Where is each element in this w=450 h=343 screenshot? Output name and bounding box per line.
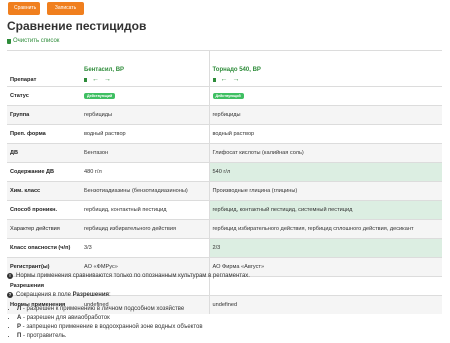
row-value: гербициды bbox=[81, 105, 209, 125]
row-value: 540 г/л bbox=[208, 162, 442, 182]
abbreviation-item: Р - запрещено применение в водоохранной … bbox=[17, 323, 250, 332]
top-button-bar: Сравнить Записать bbox=[8, 2, 84, 15]
row-value: 3/3 bbox=[81, 238, 209, 258]
header-label: Препарат bbox=[7, 50, 81, 87]
product-name[interactable]: Бентасил, ВР bbox=[84, 67, 206, 73]
compare-button[interactable]: Сравнить bbox=[8, 2, 40, 15]
help-icon: ? bbox=[7, 292, 13, 298]
row-value: водный раствор bbox=[208, 124, 442, 144]
table-row: ДВ Бентазон Глифосат кислоты (калийная сол… bbox=[7, 143, 442, 163]
remove-product-icon[interactable] bbox=[84, 77, 87, 82]
table-row: Преп. форма водный раствор водный раствор bbox=[7, 124, 442, 144]
table-row: Характер действия гербицид избирательного… bbox=[7, 219, 442, 239]
note-normy: Нормы применения сравниваются только по … bbox=[16, 273, 250, 279]
remove-product-icon[interactable] bbox=[212, 77, 216, 82]
table-row: Способ проникн. гербицид, контактный пест… bbox=[7, 200, 442, 220]
row-value: гербицид, контактный пестицид bbox=[81, 200, 209, 220]
abbreviation-item: П - протравитель. bbox=[17, 332, 250, 341]
row-label: Содержание ДВ bbox=[7, 162, 81, 182]
row-label: Класс опасности (ч/п) bbox=[7, 238, 81, 258]
abbreviation-item: Л - разрешен к применению в личном подсо… bbox=[17, 305, 250, 314]
abbreviation-list: Л - разрешен к применению в личном подсо… bbox=[7, 305, 250, 341]
arrow-right-icon[interactable]: → bbox=[233, 76, 240, 83]
clear-list-link[interactable]: Очистить список bbox=[7, 38, 59, 44]
note-abbrev: Сокращения в поле Разрешения: bbox=[16, 292, 111, 298]
product-column-1: Бентасил, ВР ← → bbox=[81, 50, 209, 87]
arrow-left-icon[interactable]: ← bbox=[221, 76, 228, 83]
row-label: Группа bbox=[7, 105, 81, 125]
row-value: Глифосат кислоты (калийная соль) bbox=[208, 143, 442, 163]
row-value: Бензотиадиазины (бензотиадиазиноны) bbox=[81, 181, 209, 201]
save-button[interactable]: Записать bbox=[47, 2, 84, 15]
abbreviation-item: А - разрешен для авиаобработок bbox=[17, 314, 250, 323]
status-badge: Действующий bbox=[84, 93, 116, 99]
status-badge: Действующий bbox=[212, 93, 244, 99]
row-value: гербицид избирательного действия bbox=[81, 219, 209, 239]
table-row: Статус Действующий Действующий bbox=[7, 86, 442, 106]
notes: ! Нормы применения сравниваются только п… bbox=[7, 272, 250, 341]
row-value: гербицид избирательного действия, гербиц… bbox=[208, 219, 442, 239]
row-label: Преп. форма bbox=[7, 124, 81, 144]
table-row: Содержание ДВ 480 г/л 540 г/л bbox=[7, 162, 442, 182]
row-label: Способ проникн. bbox=[7, 200, 81, 220]
table-row: Класс опасности (ч/п) 3/3 2/3 bbox=[7, 238, 442, 258]
arrow-right-icon[interactable]: → bbox=[104, 76, 111, 83]
row-label: Хим. класс bbox=[7, 181, 81, 201]
row-label: Характер действия bbox=[7, 219, 81, 239]
clear-list-label: Очистить список bbox=[13, 38, 60, 44]
row-value: Производные глицина (глицины) bbox=[208, 181, 442, 201]
status-cell: Действующий bbox=[81, 86, 209, 106]
arrow-left-icon[interactable]: ← bbox=[92, 76, 99, 83]
trash-icon bbox=[7, 38, 11, 44]
info-icon: ! bbox=[7, 273, 13, 279]
product-column-2: Торнадо 540, ВР ← → bbox=[208, 50, 442, 87]
table-row: Хим. класс Бензотиадиазины (бензотиадиази… bbox=[7, 181, 442, 201]
row-value: водный раствор bbox=[81, 124, 209, 144]
row-value: гербициды bbox=[208, 105, 442, 125]
row-label: Статус bbox=[7, 86, 81, 106]
row-value: 480 г/л bbox=[81, 162, 209, 182]
row-label: ДВ bbox=[7, 143, 81, 163]
row-value: гербицид, контактный пестицид, системный… bbox=[208, 200, 442, 220]
table-header-row: Препарат Бентасил, ВР ← → Торнадо 540, В… bbox=[7, 50, 442, 87]
row-value: 2/3 bbox=[208, 238, 442, 258]
product-name[interactable]: Торнадо 540, ВР bbox=[213, 67, 440, 73]
table-row: Группа гербициды гербициды bbox=[7, 105, 442, 125]
row-value: Бентазон bbox=[81, 143, 209, 163]
page-title: Сравнение пестицидов bbox=[7, 19, 147, 33]
status-cell: Действующий bbox=[208, 86, 442, 106]
